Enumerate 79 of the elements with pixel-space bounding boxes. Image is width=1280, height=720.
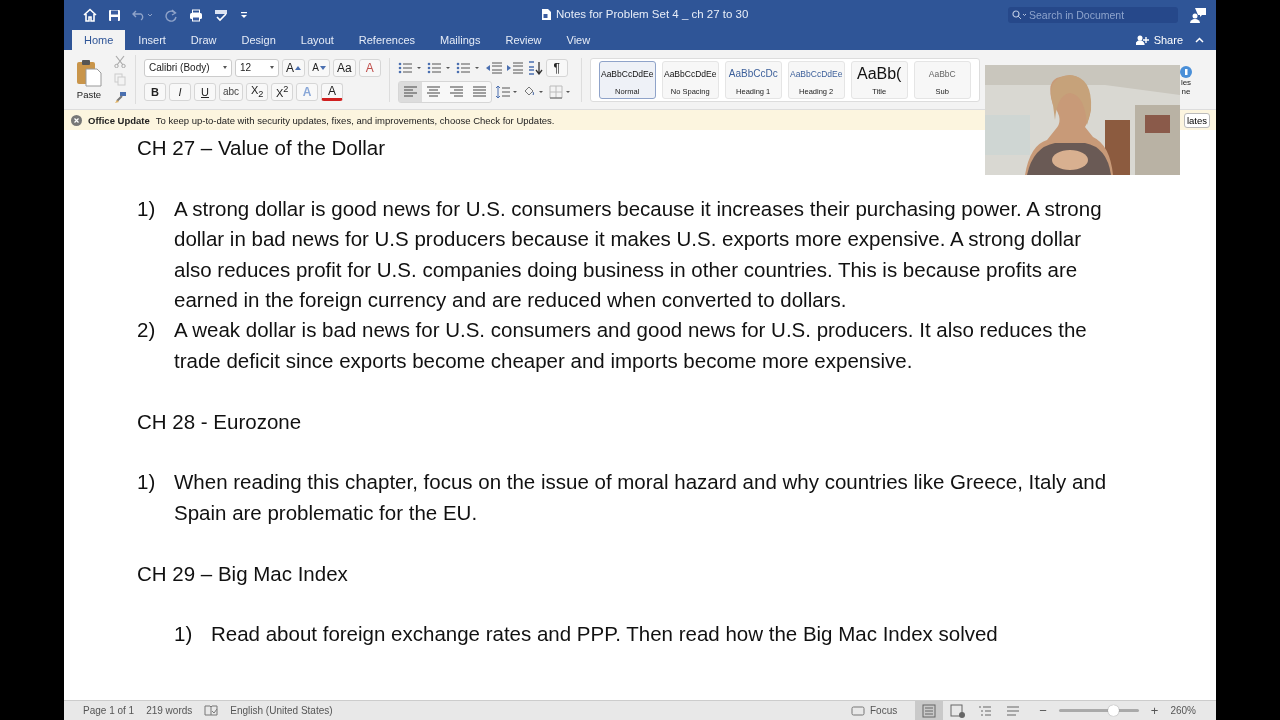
font-name-field[interactable]: Calibri (Body) bbox=[144, 58, 232, 77]
paste-button[interactable]: Paste bbox=[72, 59, 106, 100]
zoom-in-button[interactable]: + bbox=[1150, 703, 1159, 718]
print-icon[interactable] bbox=[189, 8, 203, 22]
ribbon-tab[interactable]: View bbox=[554, 30, 603, 50]
styles-pane-label[interactable]: les bbox=[1180, 78, 1192, 87]
change-case-button[interactable]: Aa bbox=[333, 58, 356, 77]
format-button[interactable]: X$_{2}$ bbox=[246, 82, 269, 101]
show-formatting-button[interactable]: ¶ bbox=[545, 58, 568, 77]
format-button[interactable]: abc bbox=[219, 82, 244, 101]
zoom-out-button[interactable]: − bbox=[1039, 703, 1047, 718]
undo-icon[interactable] bbox=[132, 9, 154, 21]
ribbon-tab[interactable]: Home bbox=[72, 30, 126, 50]
line-spacing-icon[interactable] bbox=[494, 84, 519, 99]
borders-icon[interactable] bbox=[548, 84, 573, 99]
decrease-indent-icon[interactable] bbox=[484, 60, 503, 75]
clear-formatting-button[interactable]: A bbox=[358, 58, 381, 77]
search-icon bbox=[1012, 10, 1027, 20]
clipboard-icon bbox=[76, 59, 102, 87]
ribbon-tab[interactable]: Insert bbox=[126, 30, 178, 50]
list-number: 1) bbox=[137, 195, 157, 222]
list-number: 1) bbox=[137, 469, 157, 496]
list-icon[interactable] bbox=[455, 60, 482, 75]
collapse-icon[interactable] bbox=[1195, 37, 1204, 43]
focus-icon bbox=[851, 705, 865, 716]
ribbon-tab[interactable]: Design bbox=[229, 30, 288, 50]
customize-icon[interactable] bbox=[239, 10, 249, 20]
ribbon-tab[interactable]: References bbox=[346, 30, 428, 50]
feedback-icon[interactable] bbox=[1190, 7, 1206, 23]
document-icon bbox=[542, 8, 551, 20]
format-button[interactable]: I bbox=[169, 82, 191, 101]
brush-icon[interactable] bbox=[114, 91, 127, 104]
update-message: To keep up-to-date with security updates, fixes, and improvements, choose Check for Updates. bbox=[155, 114, 555, 126]
close-icon[interactable] bbox=[71, 114, 82, 126]
page-count[interactable]: Page 1 of 1 bbox=[83, 705, 135, 716]
ribbon-tab[interactable]: Mailings bbox=[428, 30, 493, 50]
list-icon[interactable] bbox=[397, 60, 424, 75]
list-icon[interactable] bbox=[426, 60, 453, 75]
increase-indent-icon[interactable] bbox=[505, 60, 524, 75]
home-icon[interactable] bbox=[83, 8, 97, 22]
search-field[interactable]: Search in Document bbox=[1008, 7, 1178, 23]
styles-pane-label[interactable]: ne bbox=[1181, 87, 1191, 96]
view-icon[interactable] bbox=[915, 700, 944, 720]
section-heading: CH 29 – Big Mac Index bbox=[137, 560, 349, 587]
word-count[interactable]: 219 words bbox=[146, 705, 193, 716]
zoom-percent[interactable]: 260% bbox=[1170, 705, 1196, 716]
language-label[interactable]: English (United States) bbox=[230, 705, 333, 716]
ribbon-tab[interactable]: Review bbox=[493, 30, 554, 50]
format-button[interactable]: X$^{2}$ bbox=[271, 82, 294, 101]
paragraph: A weak dollar is bad news for U.S. consumers and good news for U.S. producers. It also reduces the trade deficit since exports become cheaper and imports become more expensive. bbox=[174, 317, 1088, 374]
align-icon[interactable] bbox=[398, 81, 422, 102]
section-heading: CH 28 - Eurozone bbox=[137, 408, 303, 435]
save-icon[interactable] bbox=[108, 8, 121, 22]
list-number: 1) bbox=[174, 621, 194, 648]
ribbon-tab[interactable]: Draw bbox=[178, 30, 229, 50]
spelling-check-icon[interactable] bbox=[214, 8, 228, 22]
shrink-font-button[interactable]: A bbox=[308, 58, 330, 77]
styles-pane-icon[interactable] bbox=[1180, 66, 1192, 78]
paragraph: When reading this chapter, focus on the issue of moral hazard and why countries like Greece, Italy and Spain are problematic for the EU. bbox=[174, 469, 1108, 526]
grow-font-button[interactable]: A bbox=[282, 58, 305, 77]
paragraph: Read about foreign exchange rates and PPP. Then read how the Big Mac Index solved bbox=[211, 621, 999, 648]
redo-icon[interactable] bbox=[165, 8, 178, 22]
format-button[interactable]: U bbox=[194, 82, 216, 101]
ribbon-tab[interactable]: Layout bbox=[288, 30, 346, 50]
check-updates-button[interactable]: lates bbox=[1183, 113, 1210, 128]
share-button[interactable]: Share bbox=[1129, 30, 1189, 50]
sort-icon[interactable] bbox=[526, 60, 543, 75]
list-number: 2) bbox=[137, 317, 157, 344]
section-heading: CH 27 – Value of the Dollar bbox=[137, 135, 387, 161]
update-title: Office Update bbox=[88, 114, 150, 126]
focus-button[interactable]: Focus bbox=[845, 704, 904, 717]
zoom-thumb[interactable] bbox=[1108, 705, 1120, 716]
format-button[interactable]: B bbox=[144, 82, 166, 101]
window-title: Notes for Problem Set 4 _ ch 27 to 30 bbox=[556, 8, 749, 20]
paragraph: A strong dollar is good news for U.S. consumers because it increases their purchasing power. A strong dollar in bad news for U.S producers because it makes U.S. exports more expensive. A strong dollar also reduces profit for U.S. companies doing business in other countries. This is because profits are earned in the foreign currency and are reduced when converted to dollars. bbox=[174, 195, 1103, 313]
font-size-field[interactable]: 12 bbox=[235, 58, 279, 77]
add-person-icon bbox=[1135, 35, 1150, 45]
proofing-icon[interactable] bbox=[204, 705, 219, 716]
text-color-button[interactable]: A bbox=[321, 82, 344, 101]
